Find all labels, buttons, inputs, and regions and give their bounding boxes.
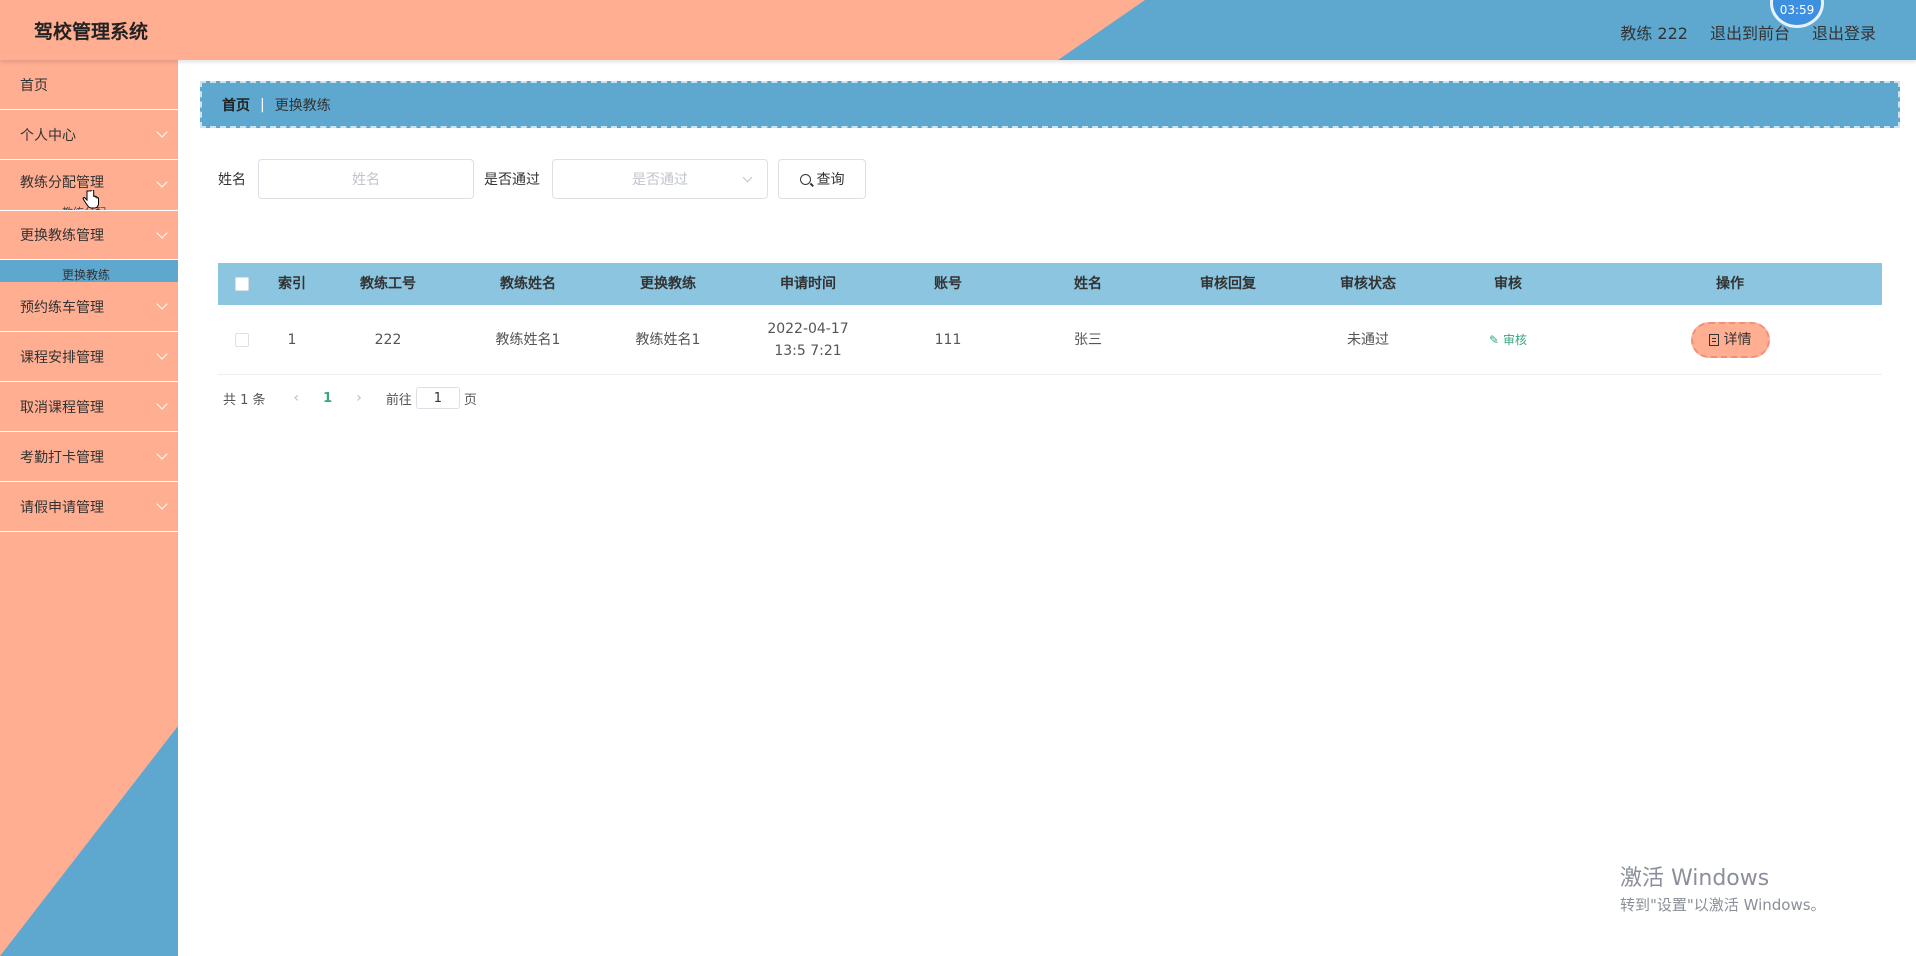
name-search-input[interactable]: 姓名 <box>258 159 474 199</box>
chevron-down-icon <box>156 176 168 188</box>
windows-activation-watermark: 激活 Windows 转到"设置"以激活 Windows。 <box>1620 860 1826 915</box>
user-label: 教练 222 <box>1620 24 1688 43</box>
sidebar-item-label: 预约练车管理 <box>20 299 104 316</box>
breadcrumb: 首页 | 更换教练 <box>200 81 1900 128</box>
sidebar-item-leave[interactable]: 请假申请管理 <box>0 482 178 532</box>
detail-button[interactable]: 详情 <box>1690 321 1770 358</box>
table-header-row: 索引 教练工号 教练姓名 更换教练 申请时间 账号 姓名 审核回复 审核状态 审… <box>218 263 1882 305</box>
cell-coach-name: 教练姓名1 <box>495 331 561 348</box>
edit-icon: ✎ <box>1489 332 1500 347</box>
watermark-title: 激活 Windows <box>1620 866 1770 891</box>
sidebar-item-label: 取消课程管理 <box>20 399 104 416</box>
sidebar-item-personal-center[interactable]: 个人中心 <box>0 110 178 160</box>
chevron-down-icon <box>156 227 168 239</box>
sidebar-item-label: 更换教练管理 <box>20 228 104 244</box>
apply-time-text: 2022-04-17 13:5 7:21 <box>767 320 849 359</box>
name-filter-label: 姓名 <box>218 172 246 188</box>
detail-button-label: 详情 <box>1723 331 1752 348</box>
chevron-down-icon <box>742 172 753 183</box>
select-all-cell <box>218 277 266 291</box>
sidebar-item-label: 首页 <box>20 77 48 94</box>
pass-status-select[interactable]: 是否通过 <box>552 159 768 199</box>
cell-name: 张三 <box>1074 331 1102 348</box>
header-account: 账号 <box>934 276 962 292</box>
pagination-total: 共 1 条 <box>223 392 266 408</box>
row-select-cell <box>218 332 266 347</box>
header-new-coach: 更换教练 <box>640 276 696 292</box>
row-checkbox[interactable] <box>235 332 249 347</box>
cell-account: 111 <box>934 331 962 348</box>
header-apply-time: 申请时间 <box>780 276 836 292</box>
search-bar: 姓名 姓名 是否通过 是否通过 查询 <box>218 159 866 199</box>
back-to-front-link[interactable]: 退出到前台 <box>1710 20 1790 44</box>
header-reply: 审核回复 <box>1200 276 1256 292</box>
sidebar-corner-decoration <box>0 726 178 956</box>
cell-status: 未通过 <box>1347 331 1389 348</box>
chevron-down-icon <box>156 498 168 510</box>
change-coach-table: 索引 教练工号 教练姓名 更换教练 申请时间 账号 姓名 审核回复 审核状态 审… <box>218 263 1882 375</box>
sidebar-item-label: 个人中心 <box>20 127 76 144</box>
goto-page-input[interactable]: 1 <box>415 387 460 409</box>
app-title: 驾校管理系统 <box>34 21 149 43</box>
sidebar-item-label: 请假申请管理 <box>20 499 104 516</box>
header-coach-no: 教练工号 <box>360 276 416 292</box>
sidebar-subitem-change-coach[interactable]: 更换教练 <box>0 260 178 282</box>
header-audit: 审核 <box>1494 276 1522 292</box>
header-status: 审核状态 <box>1340 276 1396 292</box>
logout-link[interactable]: 退出登录 <box>1812 20 1876 44</box>
pagination: 共 1 条 ‹ 1 › 前往 1 页 <box>223 387 477 409</box>
select-all-checkbox[interactable] <box>235 277 249 291</box>
header-action: 操作 <box>1716 276 1744 292</box>
sidebar-item-change-coach[interactable]: 更换教练管理 <box>0 210 178 260</box>
query-button[interactable]: 查询 <box>778 159 866 199</box>
sidebar-item-label: 教练分配管理 <box>20 175 104 191</box>
top-header: 驾校管理系统 教练 222 退出到前台 退出登录 <box>0 0 1916 60</box>
cell-index: 1 <box>287 331 297 348</box>
sidebar-item-cancel-course[interactable]: 取消课程管理 <box>0 382 178 432</box>
audit-link[interactable]: ✎ 审核 <box>1489 333 1527 347</box>
page-suffix: 页 <box>463 392 477 408</box>
cell-action: 详情 <box>1578 321 1882 358</box>
cell-audit: ✎ 审核 <box>1438 329 1578 351</box>
sidebar-item-label: 考勤打卡管理 <box>20 449 104 466</box>
current-page[interactable]: 1 <box>323 391 332 406</box>
sidebar-item-home[interactable]: 首页 <box>0 60 178 110</box>
cell-apply-time: 2022-04-17 13:5 7:21 <box>738 318 878 362</box>
header-name: 姓名 <box>1074 276 1102 292</box>
breadcrumb-current: 更换教练 <box>274 97 331 114</box>
pass-filter-label: 是否通过 <box>484 172 540 188</box>
document-icon <box>1708 333 1719 346</box>
chevron-down-icon <box>156 126 168 138</box>
audit-link-label: 审核 <box>1502 332 1527 347</box>
watermark-subtitle: 转到"设置"以激活 Windows。 <box>1620 896 1826 914</box>
chevron-down-icon <box>156 448 168 460</box>
header-actions: 教练 222 退出到前台 退出登录 <box>1620 20 1876 44</box>
prev-page-button[interactable]: ‹ <box>294 390 300 406</box>
name-input-placeholder: 姓名 <box>352 172 380 188</box>
sidebar-item-booking[interactable]: 预约练车管理 <box>0 282 178 332</box>
header-coach-name: 教练姓名 <box>500 276 556 292</box>
sidebar-item-attendance[interactable]: 考勤打卡管理 <box>0 432 178 482</box>
breadcrumb-separator: | <box>260 96 265 113</box>
sidebar-item-course-schedule[interactable]: 课程安排管理 <box>0 332 178 382</box>
header-index: 索引 <box>278 276 306 292</box>
chevron-down-icon <box>156 348 168 360</box>
search-icon <box>799 173 811 185</box>
query-button-label: 查询 <box>816 172 845 188</box>
chevron-down-icon <box>156 298 168 310</box>
next-page-button[interactable]: › <box>356 390 362 406</box>
chevron-down-icon <box>156 398 168 410</box>
sidebar-item-label: 课程安排管理 <box>20 349 104 366</box>
breadcrumb-home[interactable]: 首页 <box>222 95 250 115</box>
pass-select-placeholder: 是否通过 <box>632 172 688 188</box>
table-row: 1 222 教练姓名1 教练姓名1 2022-04-17 13:5 7:21 1… <box>218 305 1882 375</box>
cell-coach-no: 222 <box>374 331 402 348</box>
cell-new-coach: 教练姓名1 <box>635 331 701 348</box>
goto-label: 前往 <box>385 392 412 408</box>
hand-cursor-icon <box>82 190 99 209</box>
